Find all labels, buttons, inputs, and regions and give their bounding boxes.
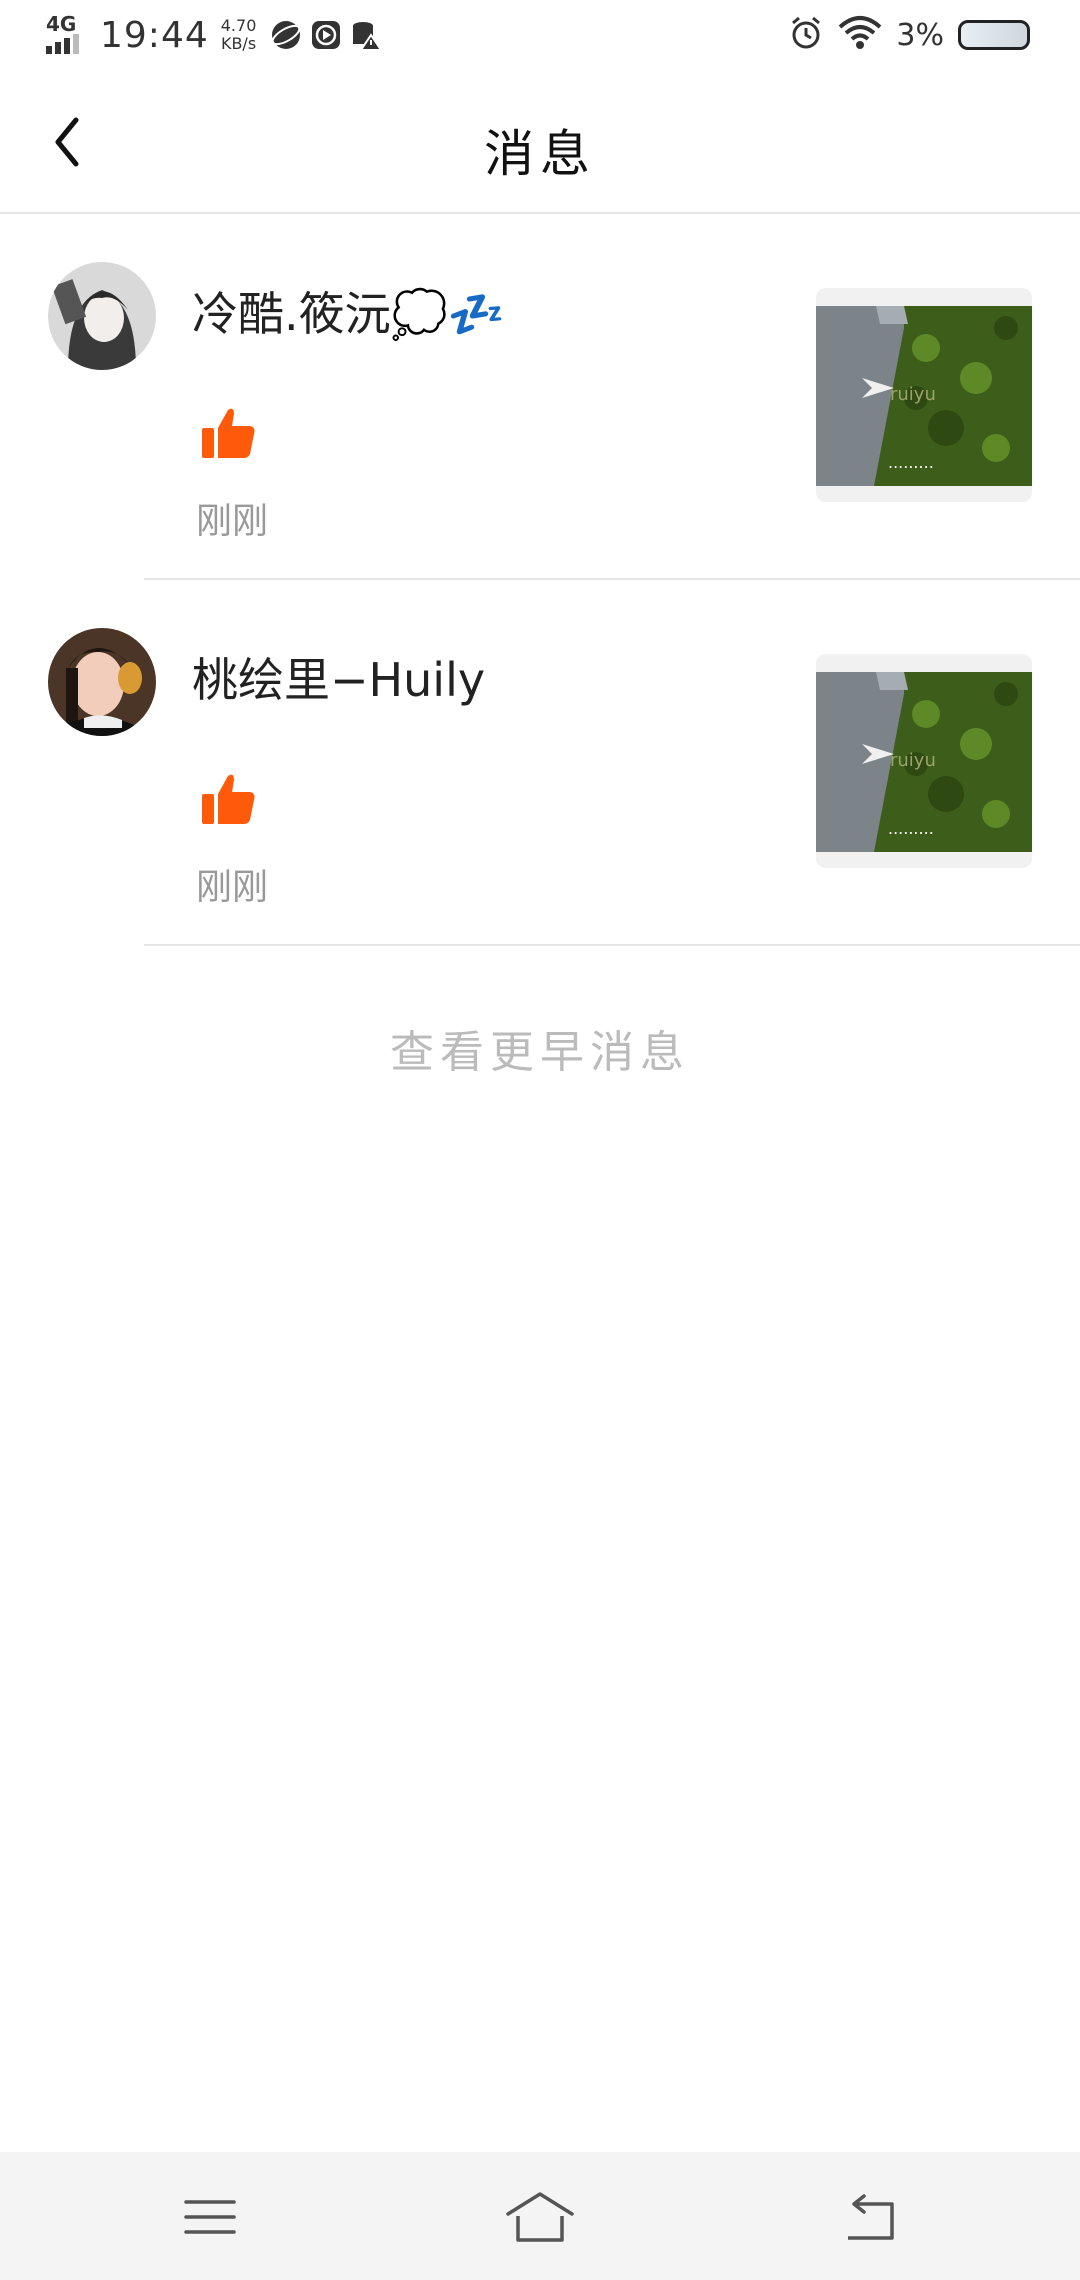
sender-name[interactable]: 冷酷.筱沅💭💤 — [192, 278, 505, 344]
home-icon[interactable] — [500, 2182, 580, 2252]
svg-text:.........: ......... — [888, 453, 934, 472]
status-time: 19:44 — [100, 14, 209, 56]
status-bar: 4G 19:44 4.70 KB/s 3% — [0, 0, 1080, 70]
avatar[interactable] — [48, 628, 156, 736]
alarm-icon — [788, 15, 824, 55]
cellular-signal-icon: 4G — [46, 12, 88, 56]
svg-text:ruiyu: ruiyu — [890, 384, 936, 405]
message-item[interactable]: 桃绘里−Huily 刚刚 ruiyu ......... — [0, 580, 1080, 946]
page-title: 消息 — [484, 125, 596, 183]
divider — [144, 944, 1080, 946]
video-icon — [310, 19, 342, 51]
header: 消息 — [0, 70, 1080, 214]
network-speed: 4.70 KB/s — [220, 16, 257, 53]
view-earlier-messages-button[interactable]: 查看更早消息 — [0, 1016, 1080, 1080]
battery-percent: 3% — [896, 17, 944, 53]
thumbs-up-icon — [200, 770, 258, 828]
svg-text:.........: ......... — [888, 819, 934, 838]
network-type: 4G — [46, 12, 77, 36]
post-thumbnail[interactable]: ruiyu ......... — [816, 288, 1032, 502]
sender-name[interactable]: 桃绘里−Huily — [192, 644, 485, 710]
wifi-icon — [838, 15, 882, 55]
message-time: 刚刚 — [196, 501, 269, 542]
storage-warning-icon — [350, 19, 384, 51]
battery-icon — [958, 20, 1030, 50]
avatar[interactable] — [48, 262, 156, 370]
svg-text:ruiyu: ruiyu — [890, 750, 936, 771]
browser-icon — [270, 19, 302, 51]
thumbs-up-icon — [200, 404, 258, 462]
system-nav-bar — [0, 2152, 1080, 2280]
menu-icon[interactable] — [170, 2182, 250, 2252]
message-item[interactable]: 冷酷.筱沅💭💤 刚刚 ruiyu ......... — [0, 214, 1080, 580]
back-nav-icon[interactable] — [830, 2182, 910, 2252]
message-time: 刚刚 — [196, 867, 269, 908]
post-thumbnail[interactable]: ruiyu ......... — [816, 654, 1032, 868]
